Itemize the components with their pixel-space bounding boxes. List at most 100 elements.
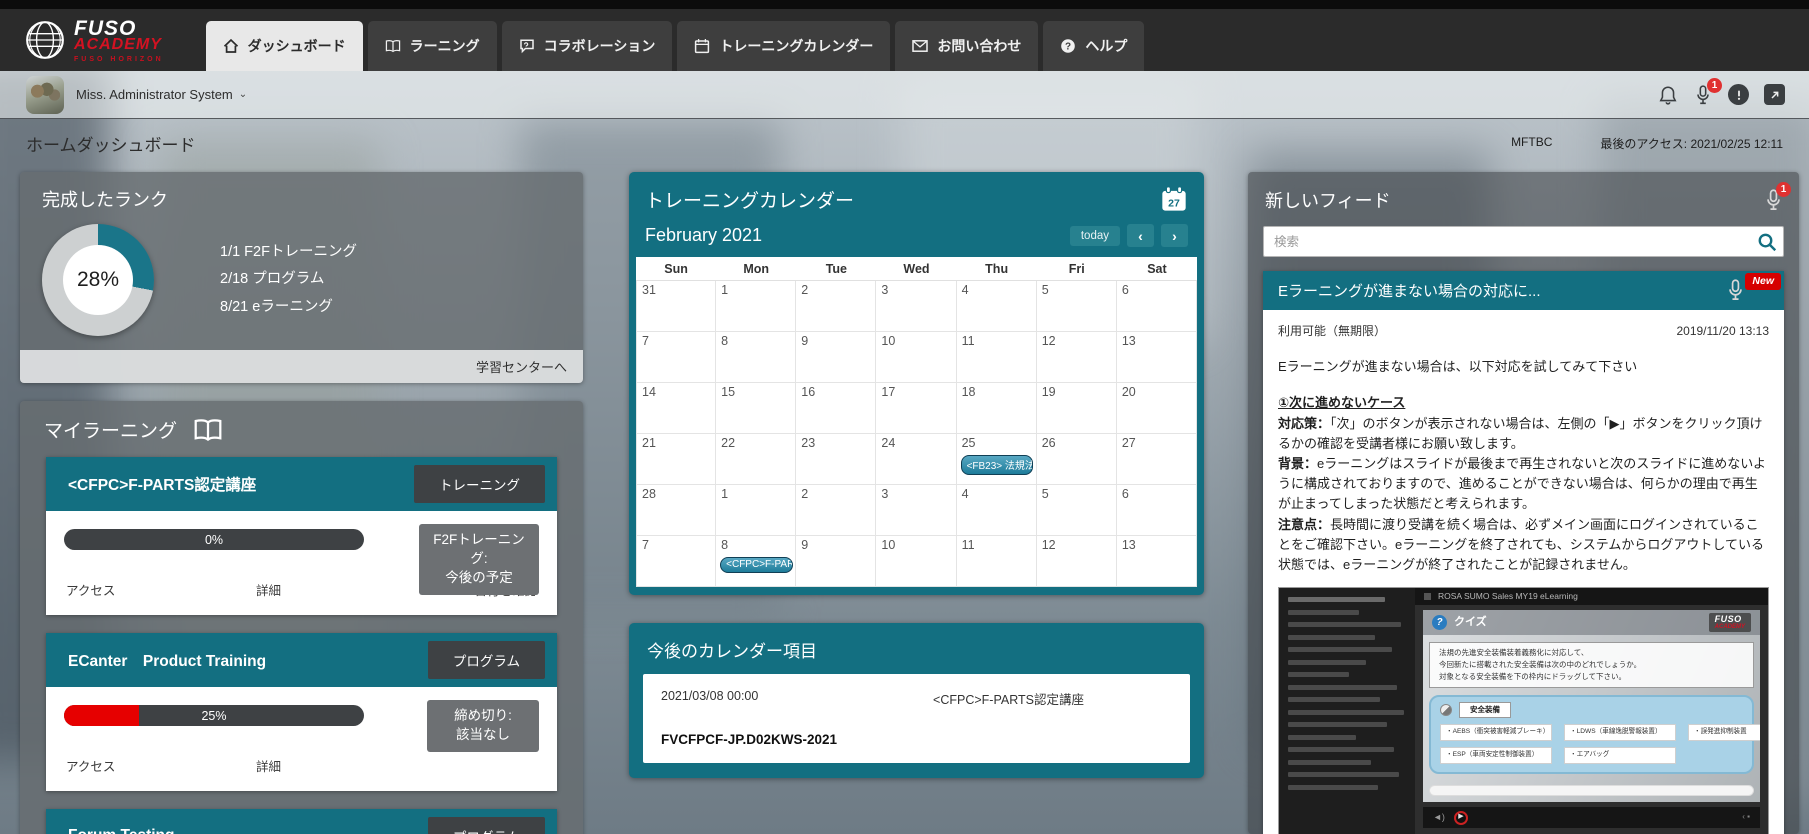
avatar[interactable] (26, 76, 64, 114)
calendar-cell[interactable]: 7 (636, 332, 716, 383)
search-icon[interactable] (1757, 232, 1777, 252)
course-type-button[interactable]: トレーニング (414, 465, 545, 503)
tab-contact[interactable]: お問い合わせ (895, 21, 1038, 71)
quiz-drop-area[interactable] (1429, 785, 1754, 796)
calendar-cell[interactable]: 11 (957, 332, 1037, 383)
calendar-cell[interactable]: 6 (1117, 281, 1197, 332)
calendar-cell[interactable]: 9 (796, 536, 876, 587)
calendar-cell[interactable]: 4 (957, 281, 1037, 332)
user-menu[interactable]: Miss. Administrator System ⌄ (76, 87, 247, 102)
calendar-cell[interactable]: 11 (957, 536, 1037, 587)
tab-help[interactable]: ?ヘルプ (1043, 21, 1144, 71)
player-sidebar-item[interactable] (1288, 747, 1394, 752)
calendar-cell[interactable]: 21 (636, 434, 716, 485)
player-sidebar-item[interactable] (1288, 597, 1385, 602)
calendar-cell[interactable]: 23 (796, 434, 876, 485)
quiz-option[interactable]: ・誤発進抑制装置 (1688, 724, 1760, 741)
course-link[interactable]: アクセス (66, 756, 256, 775)
course-type-button[interactable]: プログラム (428, 641, 545, 679)
search-input[interactable] (1274, 235, 1757, 249)
alert-exclamation-icon[interactable] (1728, 84, 1749, 105)
tab-collaboration[interactable]: コラボレーション (502, 21, 673, 71)
calendar-cell[interactable]: 7 (636, 536, 716, 587)
calendar-cell[interactable]: 9 (796, 332, 876, 383)
course-type-button[interactable]: プログラム (428, 817, 545, 834)
player-logo-line1: FUSO (1715, 615, 1742, 624)
player-sidebar-item[interactable] (1288, 647, 1392, 652)
launch-external-icon[interactable] (1764, 84, 1785, 105)
calendar-cell[interactable]: 15 (716, 383, 796, 434)
quiz-option[interactable]: ・ESP（車両安定性制御装置） (1440, 747, 1552, 764)
player-sidebar-item[interactable] (1288, 697, 1380, 702)
course-link[interactable]: アクセス (66, 580, 256, 599)
calendar-cell[interactable]: 1 (716, 281, 796, 332)
calendar-next-button[interactable]: › (1161, 224, 1188, 247)
calendar-cell[interactable]: 27 (1117, 434, 1197, 485)
tab-training-calendar[interactable]: トレーニングカレンダー (677, 21, 890, 71)
calendar-cell[interactable]: 25<FB23> 法規法 (957, 434, 1037, 485)
calendar-cell[interactable]: 13 (1117, 332, 1197, 383)
calendar-cell[interactable]: 5 (1037, 485, 1117, 536)
calendar-cell[interactable]: 31 (636, 281, 716, 332)
calendar-cell[interactable]: 3 (876, 281, 956, 332)
calendar-prev-button[interactable]: ‹ (1127, 224, 1154, 247)
calendar-widget-icon[interactable]: 27 (1160, 185, 1188, 213)
learning-center-link[interactable]: 学習センターへ (476, 360, 567, 375)
notifications-bell-icon[interactable] (1658, 85, 1678, 105)
speaker-icon[interactable]: ◄) (1433, 811, 1445, 825)
calendar-cell[interactable]: 6 (1117, 485, 1197, 536)
player-sidebar-item[interactable] (1288, 672, 1349, 677)
calendar-cell[interactable]: 18 (957, 383, 1037, 434)
quiz-option[interactable]: ・エアバッグ (1564, 747, 1676, 764)
calendar-cell[interactable]: 12 (1037, 536, 1117, 587)
calendar-cell[interactable]: 16 (796, 383, 876, 434)
calendar-cell[interactable]: 8 (716, 332, 796, 383)
tab-dashboard[interactable]: ダッシュボード (206, 21, 363, 71)
calendar-cell[interactable]: 22 (716, 434, 796, 485)
player-nav-icons[interactable]: ‹ ▪ (1742, 811, 1750, 823)
article-mic-icon[interactable] (1727, 279, 1744, 301)
tab-learning[interactable]: ラーニング (368, 21, 497, 71)
calendar-cell[interactable]: 5 (1037, 281, 1117, 332)
play-button[interactable]: ▶ (1454, 811, 1468, 825)
calendar-cell[interactable]: 19 (1037, 383, 1117, 434)
calendar-event-pill[interactable]: <CFPC>F-PART (720, 557, 793, 573)
player-sidebar-item[interactable] (1288, 760, 1371, 765)
fuso-academy-logo[interactable]: FUSO ACADEMY FUSO HORIZON (18, 9, 170, 71)
player-sidebar-item[interactable] (1288, 610, 1359, 615)
calendar-cell[interactable]: 10 (876, 332, 956, 383)
calendar-cell[interactable]: 4 (957, 485, 1037, 536)
calendar-cell[interactable]: 20 (1117, 383, 1197, 434)
player-sidebar-item[interactable] (1288, 710, 1404, 715)
feed-mic-icon[interactable]: 1 (1765, 189, 1782, 211)
calendar-cell[interactable]: 2 (796, 485, 876, 536)
calendar-cell[interactable]: 13 (1117, 536, 1197, 587)
calendar-cell[interactable]: 17 (876, 383, 956, 434)
calendar-cell[interactable]: 3 (876, 485, 956, 536)
calendar-cell[interactable]: 10 (876, 536, 956, 587)
calendar-cell[interactable]: 12 (1037, 332, 1117, 383)
calendar-cell[interactable]: 28 (636, 485, 716, 536)
player-sidebar-item[interactable] (1288, 660, 1366, 665)
player-sidebar-item[interactable] (1288, 785, 1378, 790)
player-sidebar-item[interactable] (1288, 685, 1397, 690)
calendar-cell[interactable]: 24 (876, 434, 956, 485)
course-link[interactable]: 詳細 (256, 756, 537, 775)
calendar-cell[interactable]: 8<CFPC>F-PART (716, 536, 796, 587)
quiz-option[interactable]: ・AEBS（衝突被害軽減ブレーキ） (1440, 724, 1552, 741)
article-header[interactable]: Eラーニングが進まない場合の対応に... New (1263, 271, 1784, 310)
player-sidebar-item[interactable] (1288, 735, 1356, 740)
calendar-cell[interactable]: 2 (796, 281, 876, 332)
player-sidebar-item[interactable] (1288, 622, 1401, 627)
player-sidebar-item[interactable] (1288, 635, 1375, 640)
calendar-cell[interactable]: 26 (1037, 434, 1117, 485)
voice-feed-mic-icon[interactable]: 1 (1693, 85, 1713, 105)
calendar-event-pill[interactable]: <FB23> 法規法 (961, 455, 1034, 475)
upcoming-item[interactable]: 2021/03/08 00:00 <CFPC>F-PARTS認定講座 FVCFP… (643, 674, 1190, 763)
calendar-cell[interactable]: 14 (636, 383, 716, 434)
calendar-cell[interactable]: 1 (716, 485, 796, 536)
calendar-today-button[interactable]: today (1070, 226, 1120, 246)
player-sidebar-item[interactable] (1288, 722, 1387, 727)
player-sidebar-item[interactable] (1288, 772, 1399, 777)
quiz-option[interactable]: ・LDWS（車線逸脱警報装置） (1564, 724, 1676, 741)
